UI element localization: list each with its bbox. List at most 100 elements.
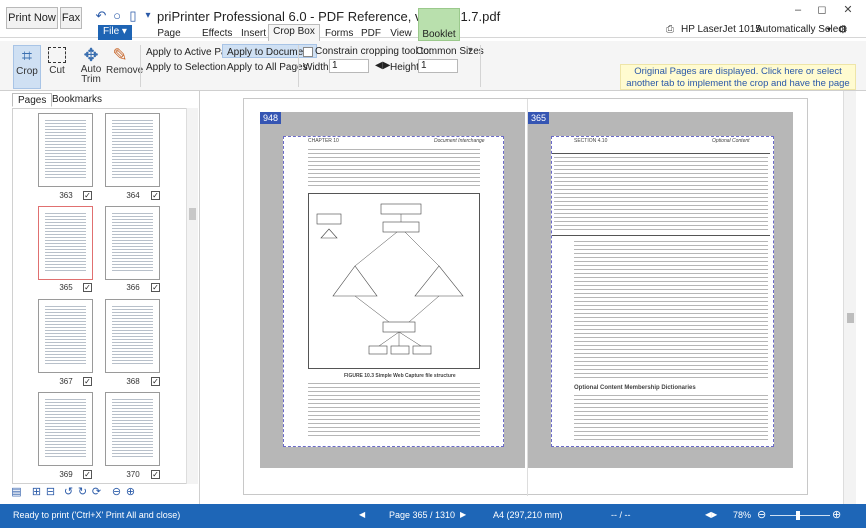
document-icon[interactable]: ▯ (125, 8, 141, 24)
more-icon[interactable]: ▾ (140, 8, 156, 24)
tab-effects[interactable]: Effects (202, 27, 232, 41)
maximize-icon[interactable]: ◻ (810, 3, 834, 17)
next-page-icon[interactable]: ▶ (460, 509, 466, 521)
title-bar: Print Now Fax ↶ ○ ▯ ▾ priPrinter Profess… (0, 0, 866, 53)
page-number-badge: 365 (528, 112, 550, 124)
thumbnail-checkbox[interactable]: ✓ (83, 377, 92, 386)
thumbnail-checkbox[interactable]: ✓ (151, 283, 160, 292)
page-thumbnail[interactable] (38, 113, 93, 187)
page-thumbnail[interactable] (38, 206, 93, 280)
pages-panel: Pages Bookmarks 363 ✓ 364 ✓ 365 ✓ 366 ✓ … (0, 91, 200, 504)
crop-box-left[interactable]: CHAPTER 10 Document Interchange FIGURE 1… (283, 136, 504, 447)
running-header: SECTION 4.10 (574, 138, 608, 144)
height-input[interactable]: 1 (418, 59, 458, 73)
text-block (308, 383, 480, 439)
thumbnail-checkbox[interactable]: ✓ (151, 191, 160, 200)
crop-box-right[interactable]: SECTION 4.10 Optional Content Optional C… (551, 136, 774, 447)
chevron-down-icon[interactable]: ▾ (468, 45, 472, 54)
minimize-icon[interactable]: – (786, 3, 810, 17)
page-thumbnail[interactable] (38, 392, 93, 466)
scrollbar-thumb[interactable] (847, 313, 854, 323)
printer-mode: Automatically Select (756, 24, 847, 35)
page-thumbnail[interactable] (38, 299, 93, 373)
cut-button[interactable]: Cut (44, 45, 70, 89)
remove-button[interactable]: ✎ Remove (106, 45, 143, 89)
tab-file[interactable]: File ▾ (98, 25, 132, 40)
tab-insert[interactable]: Insert (241, 27, 266, 41)
thumbnail-checkbox[interactable]: ✓ (151, 470, 160, 479)
page-thumbnail[interactable] (105, 206, 160, 280)
thumbnail-scrollbar[interactable] (186, 108, 198, 484)
running-header: Document Interchange (434, 138, 485, 144)
paper-sheet: 948 365 CHAPTER 10 Document Interchange (243, 98, 808, 496)
height-label: Height: (390, 62, 422, 73)
document-scrollbar[interactable] (843, 91, 856, 504)
zoom-in-icon[interactable]: ⊕ (124, 486, 137, 499)
width-input[interactable]: 1 (329, 59, 369, 73)
fax-button[interactable]: Fax (60, 7, 82, 29)
gear-icon[interactable]: ⚙ (838, 23, 848, 37)
rotate-180-icon[interactable]: ⟳ (90, 486, 103, 499)
thumbnail-checkbox[interactable]: ✓ (83, 283, 92, 292)
document-view[interactable]: 948 365 CHAPTER 10 Document Interchange (201, 91, 856, 504)
text-block (574, 395, 768, 441)
insert-page-after-icon[interactable]: ⊟ (44, 486, 57, 499)
printer-selector[interactable]: ⎙ HP LaserJet 1015 Automatically Select … (663, 23, 851, 37)
paper-size[interactable]: A4 (297,210 mm) (493, 509, 563, 521)
auto-trim-button[interactable]: ✥ Auto Trim (79, 45, 103, 89)
tab-crop-box[interactable]: Crop Box (268, 24, 320, 41)
printer-icon: ⎙ (666, 24, 674, 35)
fit-width-icon[interactable]: ◀▶ (705, 509, 717, 521)
close-icon[interactable]: ✕ (836, 3, 860, 17)
divider (140, 45, 141, 87)
crop-button[interactable]: ⌗ Crop (13, 45, 41, 89)
tab-booklet[interactable]: Booklet (418, 8, 460, 41)
print-now-button[interactable]: Print Now (6, 7, 58, 29)
zoom-slider-thumb[interactable] (796, 511, 800, 520)
page-settings-icon[interactable]: ▤ (10, 486, 23, 499)
apply-all-pages-button[interactable]: Apply to All Pages (227, 61, 308, 75)
running-header: Optional Content (712, 138, 750, 144)
page-thumbnail[interactable] (105, 113, 160, 187)
thumbnail-number: 369 (59, 470, 73, 479)
zoom-level[interactable]: 78% (733, 509, 751, 521)
figure-diagram (316, 203, 464, 355)
thumbnail-number: 370 (126, 470, 140, 479)
aspect-lock-icon[interactable]: ◀▶ (375, 60, 390, 71)
figure-caption: FIGURE 10.3 Simple Web Capture file stru… (344, 373, 456, 379)
apply-selection-button[interactable]: Apply to Selection (146, 61, 226, 75)
page-thumbnail[interactable] (105, 299, 160, 373)
page-thumbnail[interactable] (105, 392, 160, 466)
tab-view[interactable]: View (389, 27, 413, 41)
tab-forms[interactable]: Forms (325, 27, 353, 41)
common-sizes-select[interactable]: Common Sizes (416, 45, 484, 59)
zoom-out-icon[interactable]: ⊖ (757, 509, 766, 521)
insert-page-icon[interactable]: ⊞ (30, 486, 43, 499)
divider (480, 45, 481, 87)
tab-pdf[interactable]: PDF (361, 27, 381, 41)
search-icon[interactable]: ○ (109, 8, 125, 24)
scrollbar-thumb[interactable] (189, 208, 196, 220)
printer-name: HP LaserJet 1015 (681, 24, 761, 35)
status-message: Ready to print ('Ctrl+X' Print All and c… (13, 510, 181, 520)
thumbnail-checkbox[interactable]: ✓ (83, 470, 92, 479)
selection-range: -- / -- (611, 510, 631, 520)
rotate-right-icon[interactable]: ↻ (76, 486, 89, 499)
tab-bookmarks[interactable]: Bookmarks (47, 93, 107, 107)
thumbnail-checkbox[interactable]: ✓ (151, 377, 160, 386)
tab-page-layout[interactable]: Page Layout (146, 27, 192, 53)
section-heading: Optional Content Membership Dictionaries (574, 385, 696, 391)
thumbnail-checkbox[interactable]: ✓ (83, 191, 92, 200)
info-banner[interactable]: Original Pages are displayed. Click here… (620, 64, 856, 101)
constrain-checkbox[interactable] (303, 47, 313, 57)
zoom-in-icon[interactable]: ⊕ (832, 509, 841, 521)
thumbnail-number: 368 (126, 377, 140, 386)
table-rule (552, 235, 770, 236)
undo-icon[interactable]: ↶ (93, 8, 109, 24)
zoom-out-icon[interactable]: ⊖ (110, 486, 123, 499)
page-indicator[interactable]: Page 365 / 1310 (389, 509, 455, 521)
previous-page-icon[interactable]: ◀ (359, 509, 365, 521)
thumbnail-number: 365 (59, 283, 73, 292)
rotate-left-icon[interactable]: ↺ (62, 486, 75, 499)
zoom-slider[interactable] (770, 515, 830, 516)
